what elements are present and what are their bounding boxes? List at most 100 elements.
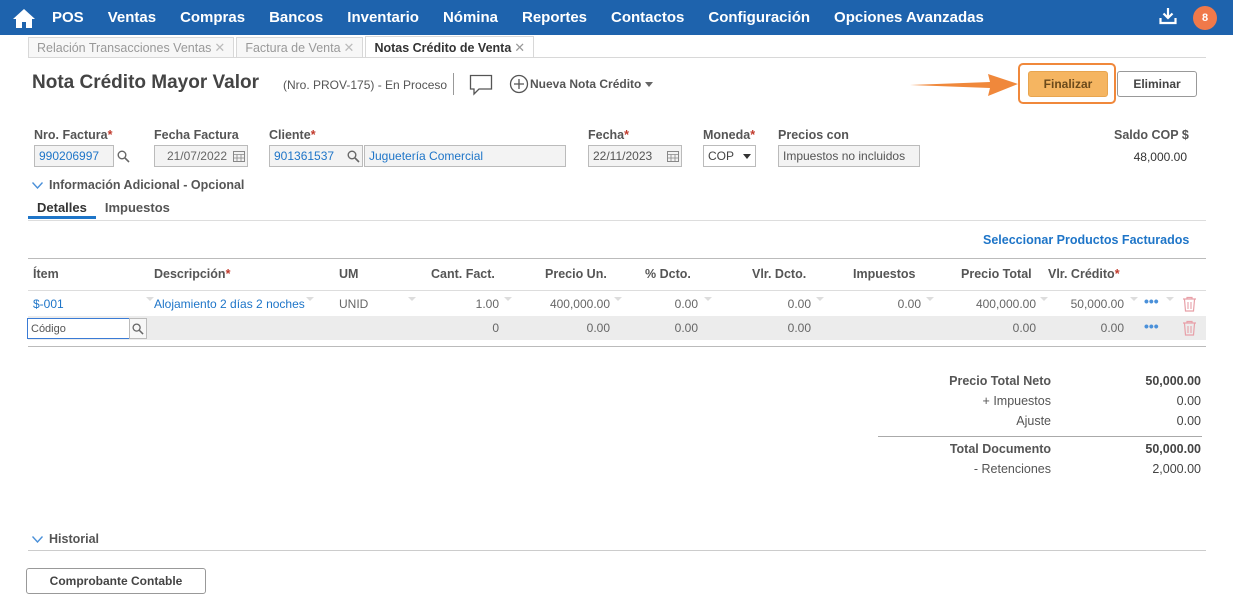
balance-value: 48,000.00 [1133,150,1187,164]
column-resize-mark [816,297,824,301]
row-dcto-vlr: 0.00 [787,297,811,311]
label-text: Fecha [588,128,625,142]
close-icon[interactable]: ✕ [344,40,355,56]
grid-bottom-border [28,346,1206,347]
adjustment-label: Ajuste [1016,414,1051,428]
column-resize-mark [408,297,416,301]
notification-badge[interactable]: 8 [1193,5,1217,30]
column-header-um: UM [339,267,359,281]
search-icon[interactable] [129,318,147,339]
download-icon[interactable] [1159,7,1177,28]
column-header-descripcion: Descripción* [154,267,231,281]
tab-impuestos[interactable]: Impuestos [96,199,179,219]
product-code-input[interactable]: Código [27,318,130,339]
divider [453,73,454,95]
more-options-icon[interactable]: ••• [1144,318,1159,334]
tab-factura-venta[interactable]: Factura de Venta ✕ [236,37,364,58]
calendar-icon[interactable] [229,145,249,167]
balance-label: Saldo COP $ [1114,128,1189,142]
home-icon[interactable] [4,0,44,35]
page-title: Nota Crédito Mayor Valor [32,72,259,93]
dropdown-arrow-icon[interactable] [738,145,756,167]
row-vlr-credito[interactable]: 0.00 [1045,321,1124,335]
nav-nomina[interactable]: Nómina [431,0,510,35]
document-total-value: 50,000.00 [1145,442,1201,456]
document-tabs: Relación Transacciones Ventas ✕ Factura d… [28,36,536,58]
additional-info-label: Información Adicional - Opcional [49,178,245,192]
more-options-icon[interactable]: ••• [1144,293,1159,309]
invoice-date-label: Fecha Factura [154,128,239,142]
comment-icon[interactable] [469,74,493,99]
column-resize-mark [146,297,154,301]
column-header-precio-total: Precio Total [961,267,1032,281]
prices-with-field[interactable]: Impuestos no incluidos [778,145,920,167]
chevron-down-icon [32,535,43,543]
row-precio-un: 400,000.00 [549,297,610,311]
row-precio-total: 0.00 [1012,321,1036,335]
close-icon[interactable]: ✕ [214,40,225,56]
label-text: Nro. Factura [34,128,108,142]
row-dcto-pct: 0.00 [674,321,698,335]
divider [28,220,1206,221]
add-circle-icon[interactable] [509,74,529,97]
invoice-number-field[interactable]: 990206997 [34,145,114,167]
column-header-cant: Cant. Fact. [431,267,495,281]
delete-button[interactable]: Eliminar [1117,71,1197,97]
row-item-code[interactable]: $-001 [33,297,64,311]
column-header-dcto-vlr: Vlr. Dcto. [752,267,807,281]
invoice-number-label: Nro. Factura* [34,128,113,142]
header-text: Descripción [154,267,226,281]
document-status: (Nro. PROV-175) - En Proceso [283,78,448,92]
label-text: Cliente [269,128,311,142]
header-text: Vlr. Crédito [1048,267,1115,281]
chevron-down-icon [32,181,43,189]
nav-inventario[interactable]: Inventario [335,0,431,35]
tab-relacion-transacciones[interactable]: Relación Transacciones Ventas ✕ [28,37,235,58]
additional-info-toggle[interactable]: Información Adicional - Opcional [32,178,244,192]
retentions-value: 2,000.00 [1152,462,1201,476]
search-icon[interactable] [113,145,133,167]
search-icon[interactable] [343,145,363,167]
row-description[interactable]: Alojamiento 2 días 2 noches [154,297,305,311]
nav-opciones-avanzadas[interactable]: Opciones Avanzadas [822,0,996,35]
nav-pos[interactable]: POS [44,0,96,35]
row-cant: 0 [492,321,499,335]
column-resize-mark [926,297,934,301]
column-resize-mark [1166,297,1174,301]
nav-contactos[interactable]: Contactos [599,0,696,35]
chevron-down-icon[interactable] [645,82,653,87]
new-credit-note-button[interactable]: Nueva Nota Crédito [530,77,641,91]
arrow-annotation-icon [910,70,1020,103]
row-impuestos: 0.00 [897,297,921,311]
row-dcto-pct: 0.00 [674,297,698,311]
nav-reportes[interactable]: Reportes [510,0,599,35]
nav-compras[interactable]: Compras [168,0,257,35]
nav-bancos[interactable]: Bancos [257,0,335,35]
accounting-voucher-button[interactable]: Comprobante Contable [26,568,206,594]
tab-label: Notas Crédito de Venta [374,40,512,55]
nav-configuracion[interactable]: Configuración [696,0,822,35]
finalize-button[interactable]: Finalizar [1028,71,1108,97]
tab-notas-credito[interactable]: Notas Crédito de Venta ✕ [365,36,535,58]
trash-icon[interactable] [1182,320,1197,339]
code-placeholder: Código [31,322,66,335]
client-label: Cliente* [269,128,316,142]
column-header-item: Ítem [33,267,59,281]
date-label: Fecha* [588,128,630,142]
retentions-label: - Retenciones [973,462,1051,476]
grid-header-border [28,290,1206,291]
nav-ventas[interactable]: Ventas [96,0,168,35]
trash-icon[interactable] [1182,296,1197,315]
history-toggle[interactable]: Historial [32,532,99,546]
client-name-field[interactable]: Juguetería Comercial [364,145,566,167]
tab-detalles[interactable]: Detalles [28,199,96,219]
row-vlr-credito[interactable]: 50,000.00 [1045,297,1124,311]
row-precio-un: 0.00 [586,321,610,335]
calendar-icon[interactable] [663,145,683,167]
divider [28,550,1206,551]
history-label: Historial [49,532,100,546]
row-um: UNID [339,297,369,311]
adjustment-value: 0.00 [1176,414,1201,428]
close-icon[interactable]: ✕ [514,40,525,56]
select-invoiced-products-link[interactable]: Seleccionar Productos Facturados [983,233,1189,247]
